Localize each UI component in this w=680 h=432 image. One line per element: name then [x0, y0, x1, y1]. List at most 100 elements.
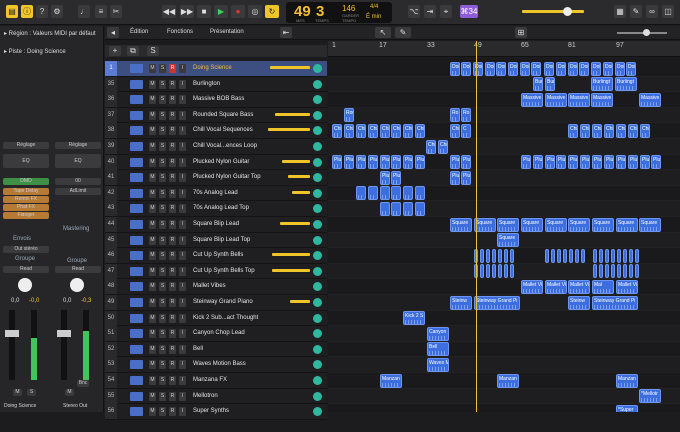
- solo-button[interactable]: S: [159, 344, 166, 354]
- midi-region[interactable]: [605, 264, 609, 279]
- midi-region[interactable]: [563, 248, 567, 263]
- volume-fader[interactable]: [270, 66, 310, 69]
- pan-knob[interactable]: [313, 298, 322, 307]
- midi-region[interactable]: Plu: [592, 155, 602, 170]
- midi-region[interactable]: Chi: [580, 123, 590, 138]
- record-enable-button[interactable]: R: [169, 64, 176, 73]
- mute-button[interactable]: M: [149, 142, 156, 151]
- mute-button[interactable]: M: [149, 204, 156, 214]
- midi-region[interactable]: Chi: [380, 123, 390, 138]
- list-editors-button[interactable]: ▦: [614, 5, 626, 18]
- midi-region[interactable]: [510, 248, 514, 263]
- midi-region[interactable]: Chi: [592, 123, 602, 138]
- record-enable-button[interactable]: R: [169, 282, 176, 292]
- bounce-button[interactable]: Bnc: [77, 380, 89, 387]
- midi-region[interactable]: *Super: [616, 404, 638, 412]
- arrange-area[interactable]: Doi Doi Doi Doi Doi Doi Doi Doi Doi Doi Doi Doi Doi D…: [328, 58, 680, 412]
- midi-region[interactable]: [504, 248, 508, 263]
- midi-region[interactable]: Plu: [533, 155, 543, 170]
- pan-knob[interactable]: [313, 313, 322, 323]
- midi-region[interactable]: Doi: [591, 61, 601, 76]
- input-monitor-button[interactable]: I: [179, 266, 186, 276]
- inspector-button[interactable]: ⓘ: [21, 5, 33, 18]
- midi-region[interactable]: [403, 186, 413, 201]
- mute-button[interactable]: M: [149, 188, 156, 198]
- midi-region[interactable]: Plu: [580, 155, 590, 170]
- pan-knob[interactable]: [313, 220, 322, 229]
- midi-region[interactable]: Square: [592, 217, 614, 232]
- input-monitor-button[interactable]: I: [179, 329, 186, 339]
- forward-button[interactable]: ▶▶: [180, 5, 194, 18]
- midi-region[interactable]: Plu: [568, 155, 578, 170]
- midi-region[interactable]: Plu: [450, 155, 460, 170]
- input-monitor-button[interactable]: I: [179, 251, 186, 261]
- cpu-badge[interactable]: ⌘34: [460, 5, 478, 18]
- track-name[interactable]: 70s Analog Lead Top: [193, 205, 249, 211]
- input-monitor-button[interactable]: I: [179, 204, 186, 214]
- track-name[interactable]: Square Blip Lead: [193, 221, 239, 227]
- track-header[interactable]: 55 M S R I Mellotron: [105, 388, 327, 405]
- midi-region[interactable]: Bell: [427, 342, 449, 357]
- midi-region[interactable]: [380, 186, 390, 201]
- midi-region[interactable]: Mal: [592, 279, 614, 294]
- pan-knob[interactable]: [313, 95, 322, 105]
- pan-knob[interactable]: [313, 251, 322, 261]
- midi-region[interactable]: Plu: [604, 155, 614, 170]
- track-header[interactable]: 38 M S R I Chill Vocal Sequences: [105, 123, 327, 139]
- ruler[interactable]: 1 17 33 49 65 81 97: [328, 41, 680, 57]
- midi-region[interactable]: Chi: [628, 123, 638, 138]
- track-name[interactable]: Burlington: [193, 81, 220, 87]
- track-name[interactable]: Manzana FX: [193, 377, 227, 383]
- solo-button[interactable]: S: [159, 188, 166, 198]
- track-header[interactable]: 51 M S R I Canyon Chop Lead: [105, 326, 327, 342]
- midi-region[interactable]: [492, 248, 496, 263]
- mute-button[interactable]: M: [149, 95, 156, 105]
- track-header[interactable]: 53 M S R I Waves Motion Bass: [105, 357, 327, 373]
- solo-button[interactable]: S: [159, 391, 166, 401]
- midi-region[interactable]: Mallet Vi: [568, 279, 590, 294]
- track-header[interactable]: 44 M S R I Square Blip Lead: [105, 217, 327, 233]
- midi-region[interactable]: Square: [474, 217, 496, 232]
- setting-button[interactable]: Réglage: [3, 142, 49, 149]
- solo-button[interactable]: S: [159, 282, 166, 292]
- midi-region[interactable]: [415, 201, 425, 216]
- record-enable-button[interactable]: R: [169, 188, 176, 198]
- midi-region[interactable]: Massive: [639, 92, 661, 107]
- track-lane[interactable]: [328, 311, 680, 327]
- record-enable-button[interactable]: R: [169, 95, 176, 105]
- volume-fader[interactable]: [268, 128, 310, 132]
- mute-button[interactable]: M: [149, 126, 156, 136]
- midi-region[interactable]: [557, 248, 561, 263]
- midi-region[interactable]: Doi: [450, 61, 460, 76]
- pan-knob[interactable]: [313, 79, 322, 89]
- solo-button[interactable]: S: [159, 110, 166, 120]
- input-monitor-button[interactable]: I: [179, 64, 186, 73]
- midi-region[interactable]: Plu: [450, 170, 460, 185]
- midi-region[interactable]: Plu: [380, 170, 390, 185]
- volume-fader[interactable]: [272, 268, 310, 272]
- track-name[interactable]: Plucked Nylon Guitar: [193, 159, 249, 165]
- volume-fader[interactable]: [61, 310, 67, 380]
- record-enable-button[interactable]: R: [169, 360, 176, 370]
- midi-region[interactable]: [575, 248, 579, 263]
- mute-button[interactable]: M: [149, 235, 156, 245]
- midi-region[interactable]: [635, 264, 639, 279]
- midi-region[interactable]: Kick 2 S: [403, 311, 425, 326]
- region-inspector-label[interactable]: ▸ Région : Valeurs MIDI par défaut: [4, 30, 96, 37]
- midi-region[interactable]: Steinway Grand Pi: [592, 295, 638, 310]
- midi-region[interactable]: Chi: [332, 123, 342, 138]
- midi-region[interactable]: Doi: [603, 61, 613, 76]
- midi-region[interactable]: Square: [450, 217, 472, 232]
- track-header[interactable]: 39 M S R I Chill Vocal...ences Loop: [105, 139, 327, 155]
- pointer-tool[interactable]: ↖: [375, 27, 391, 38]
- solo-button[interactable]: S: [27, 389, 36, 396]
- track-header[interactable]: 41 M S R I Plucked Nylon Guitar Top: [105, 170, 327, 186]
- mute-button[interactable]: M: [149, 376, 156, 385]
- automation-mode[interactable]: Read: [55, 266, 101, 273]
- track-header[interactable]: 40 M S R I Plucked Nylon Guitar: [105, 154, 327, 171]
- pan-knob[interactable]: [313, 266, 322, 276]
- track-header[interactable]: 42 M S R I 70s Analog Lead: [105, 185, 327, 202]
- solo-button[interactable]: S: [159, 376, 166, 385]
- pan-knob[interactable]: [313, 110, 322, 120]
- track-header[interactable]: 49 M S R I Steinway Grand Piano: [105, 295, 327, 311]
